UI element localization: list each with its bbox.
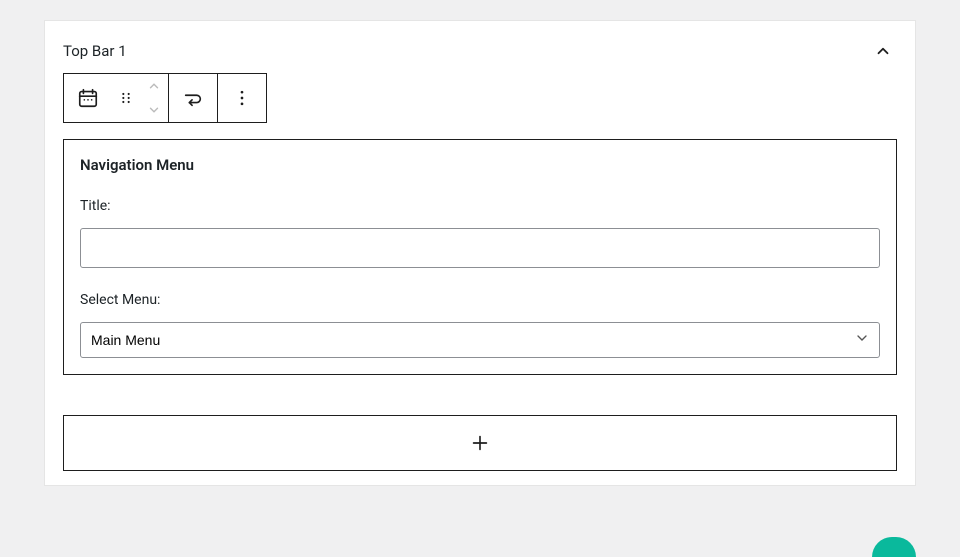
block-type-button[interactable] [64, 74, 112, 122]
plus-icon [469, 432, 491, 454]
block-toolbar [63, 73, 267, 123]
chevron-up-icon [147, 79, 161, 93]
chevron-up-icon [874, 42, 892, 60]
transform-button[interactable] [169, 74, 217, 122]
more-vertical-icon [232, 88, 252, 108]
chevron-down-icon [147, 103, 161, 117]
help-fab[interactable] [872, 537, 916, 557]
transform-icon [182, 87, 204, 109]
toolbar-group-block [64, 74, 169, 122]
more-options-button[interactable] [218, 74, 266, 122]
panel-title: Top Bar 1 [63, 42, 127, 60]
collapse-button[interactable] [869, 37, 897, 65]
widget-heading: Navigation Menu [80, 156, 880, 174]
title-input[interactable] [80, 228, 880, 268]
drag-handle[interactable] [112, 74, 140, 122]
title-label: Title: [80, 198, 880, 214]
toolbar-group-more [218, 74, 266, 122]
toolbar-group-transform [169, 74, 218, 122]
select-menu-dropdown[interactable]: Main Menu [80, 322, 880, 358]
select-menu-wrapper: Main Menu [80, 322, 880, 358]
move-up-button[interactable] [140, 74, 168, 98]
drag-handle-icon [118, 90, 134, 106]
block-mover [140, 74, 168, 122]
widget-area-panel: Top Bar 1 [44, 20, 916, 486]
select-menu-label: Select Menu: [80, 292, 880, 308]
move-down-button[interactable] [140, 98, 168, 122]
legacy-widget-block: Navigation Menu Title: Select Menu: Main… [63, 139, 897, 375]
calendar-icon [77, 87, 99, 109]
panel-header: Top Bar 1 [63, 37, 897, 65]
add-block-button[interactable] [63, 415, 897, 471]
